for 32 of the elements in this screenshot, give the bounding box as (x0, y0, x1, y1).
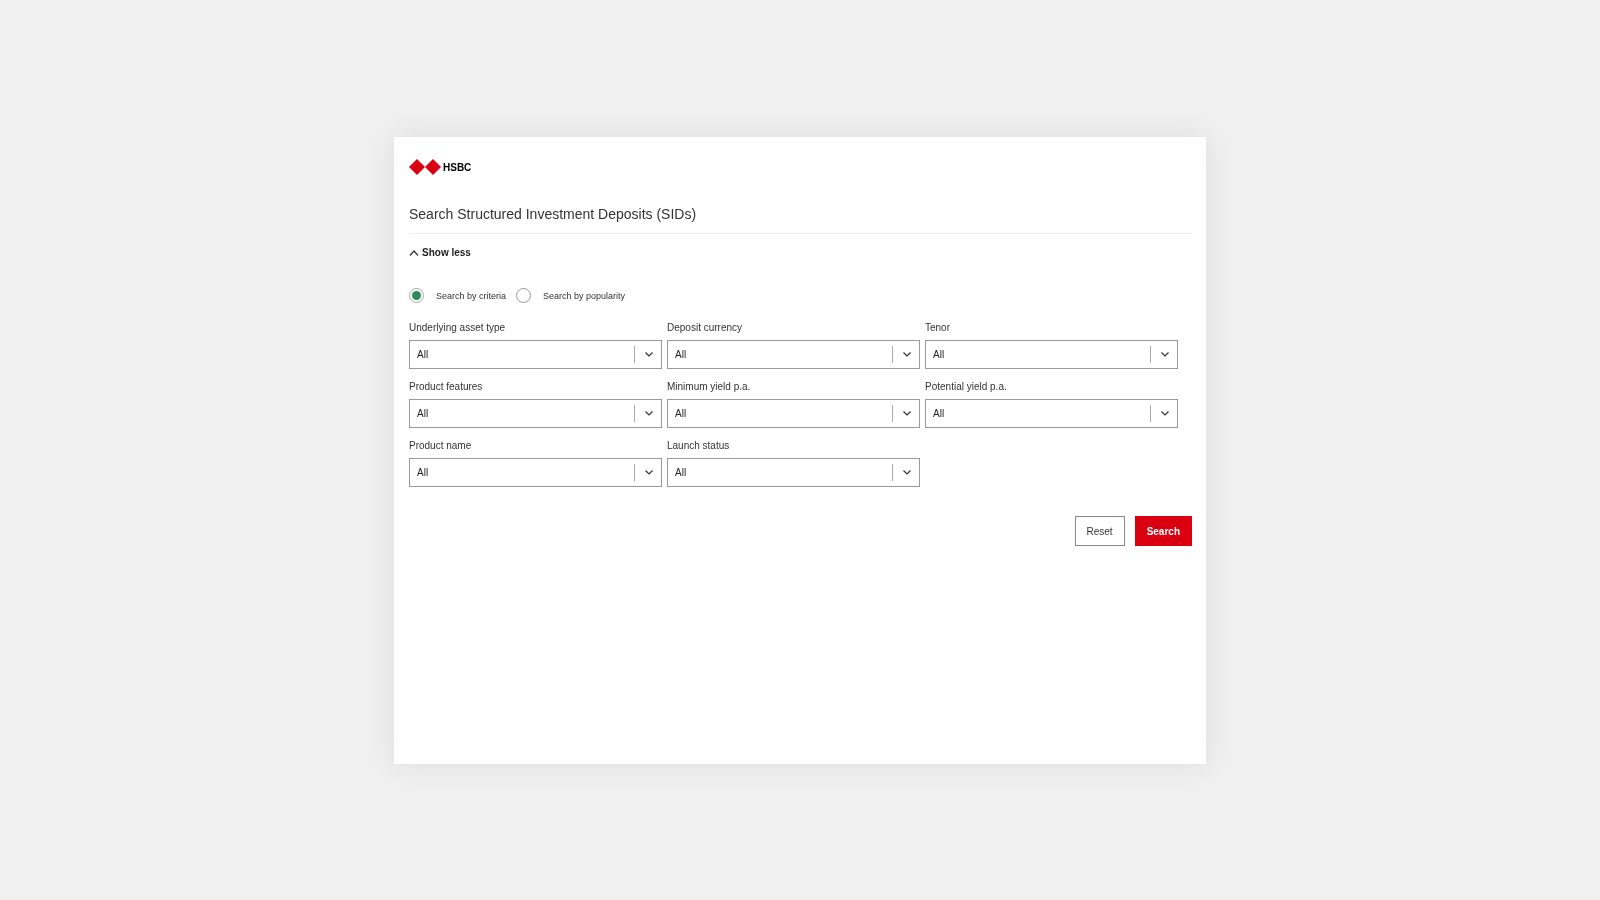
dropdown-field[interactable]: All (409, 340, 662, 369)
radio-label: Search by popularity (543, 290, 626, 301)
field-label: Product features (409, 381, 484, 392)
field-label: Tenor (925, 322, 951, 333)
dropdown-field[interactable]: All (409, 458, 662, 487)
chevron-down-icon (1161, 352, 1169, 357)
radio-label: Search by criteria (436, 290, 507, 301)
field-label: Launch status (667, 440, 731, 451)
field-label: Product name (409, 440, 473, 451)
search-button[interactable]: Search (1134, 516, 1192, 546)
logo-text: HSBC (443, 161, 472, 173)
caret-icon (409, 249, 419, 256)
field-label: Potential yield p.a. (925, 381, 1008, 392)
dropdown-field[interactable]: All (667, 399, 920, 428)
field-label: Deposit currency (667, 322, 744, 333)
dropdown-field[interactable]: All (925, 340, 1178, 369)
chevron-down-icon (645, 352, 653, 357)
chevron-down-icon (903, 352, 911, 357)
dropdown-field[interactable]: All (925, 399, 1178, 428)
chevron-down-icon (645, 470, 653, 475)
chevron-down-icon (903, 411, 911, 416)
dropdown-field[interactable]: All (409, 399, 662, 428)
chevron-down-icon (645, 411, 653, 416)
chevron-down-icon (903, 470, 911, 475)
field-label: Underlying asset type (409, 322, 507, 333)
dropdown-field[interactable]: All (667, 458, 920, 487)
page-title: Search Structured Investment Deposits (SIDs) (409, 205, 698, 223)
show-less-toggle[interactable]: Show less (409, 247, 471, 258)
chevron-down-icon (1161, 411, 1169, 416)
field-label: Minimum yield p.a. (667, 381, 752, 392)
dropdown-field[interactable]: All (667, 340, 920, 369)
reset-button[interactable]: Reset (1074, 516, 1125, 546)
